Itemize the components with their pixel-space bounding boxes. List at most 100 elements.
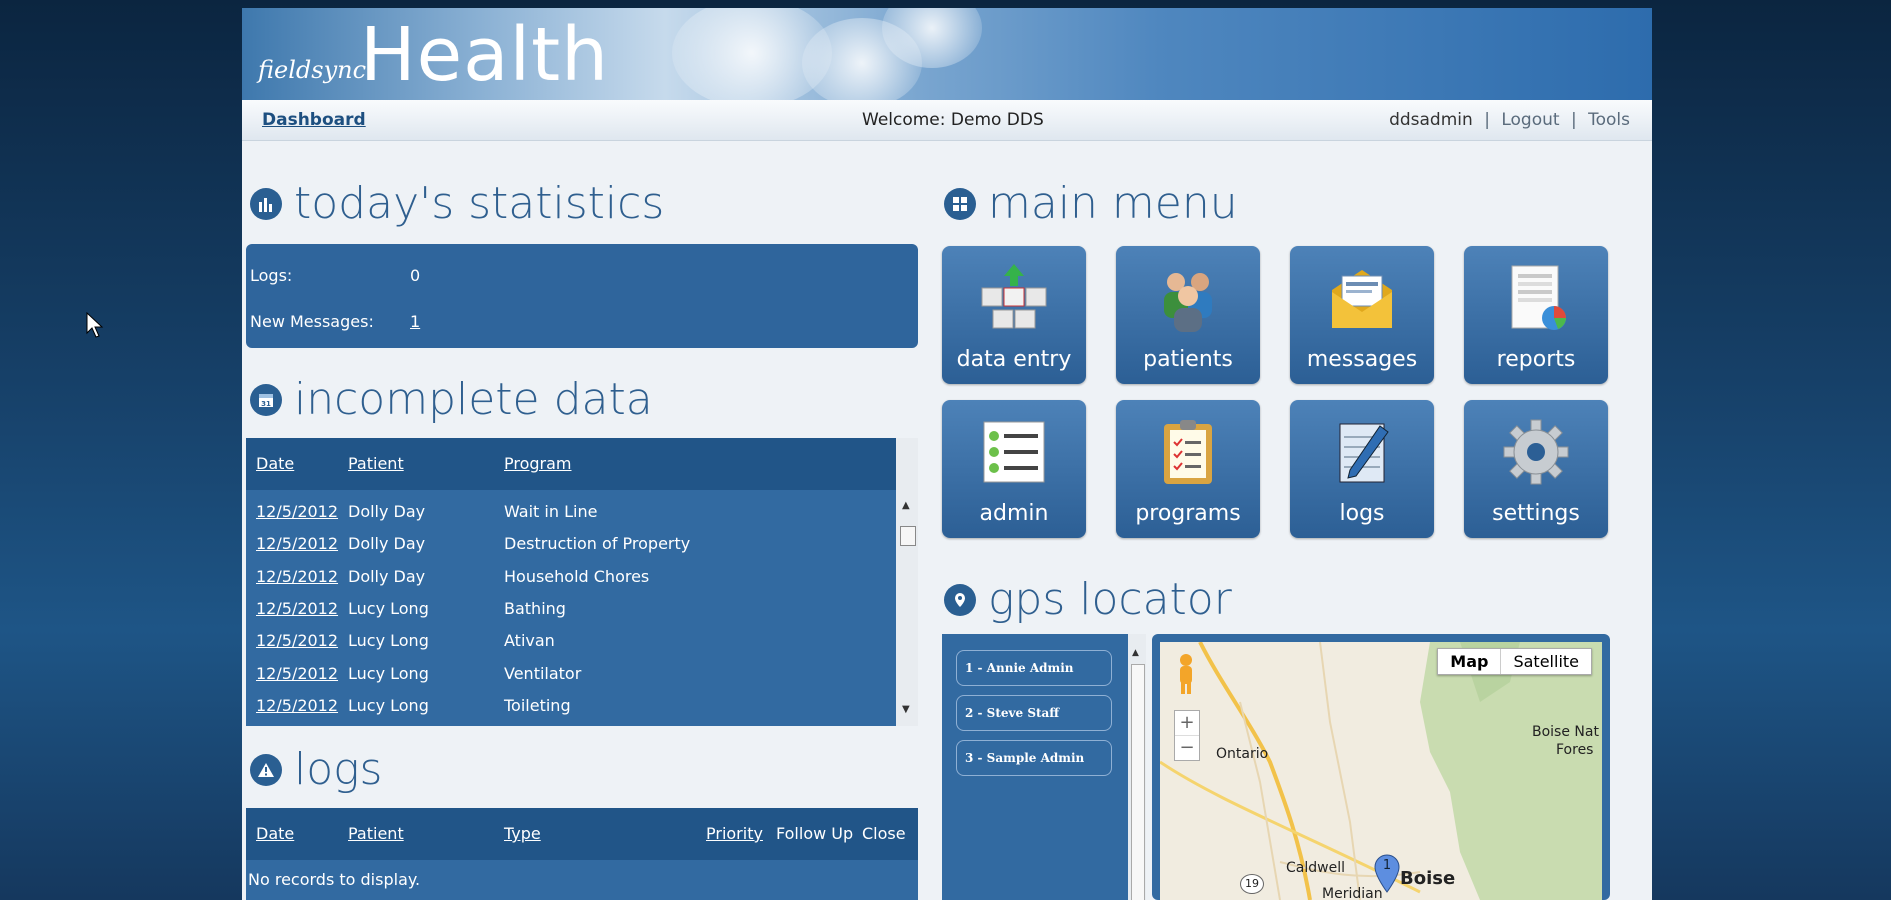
welcome-text: Welcome: Demo DDS <box>862 110 1044 130</box>
table-row: 12/5/2012 Dolly Day Household Chores <box>246 561 896 593</box>
svg-text:31: 31 <box>261 400 271 408</box>
map-view[interactable]: + − Map Satellite Ontario Boise Nat Fore… <box>1160 642 1602 900</box>
row-date-link[interactable]: 12/5/2012 <box>256 696 338 715</box>
col-program[interactable]: Program <box>504 454 572 473</box>
top-nav: Dashboard Welcome: Demo DDS ddsadmin | L… <box>242 100 1652 141</box>
logs-heading: logs <box>250 744 382 795</box>
app-window: fieldsync Health Dashboard Welcome: Demo… <box>242 8 1652 900</box>
messages-stat-link[interactable]: 1 <box>410 312 420 331</box>
tile-label: data entry <box>956 347 1072 372</box>
col-type[interactable]: Type <box>504 824 541 843</box>
logs-title: logs <box>294 744 383 795</box>
row-date-link[interactable]: 12/5/2012 <box>256 534 338 553</box>
logs-stat-label: Logs: <box>250 266 293 285</box>
col-date[interactable]: Date <box>256 824 294 843</box>
table-row: 12/5/2012 Dolly Day Wait in Line <box>246 496 896 528</box>
scroll-thumb[interactable] <box>1131 664 1145 900</box>
tile-label: logs <box>1339 501 1385 526</box>
admin-tile[interactable]: admin <box>942 400 1086 538</box>
statistics-title: today's statistics <box>294 178 665 229</box>
row-date-link[interactable]: 12/5/2012 <box>256 502 338 521</box>
scroll-up-icon[interactable]: ▲ <box>902 500 910 511</box>
row-program: Toileting <box>504 695 571 715</box>
row-patient: Lucy Long <box>348 663 429 683</box>
map-label-caldwell: Caldwell <box>1286 860 1345 876</box>
col-patient[interactable]: Patient <box>348 454 404 473</box>
scroll-down-icon[interactable]: ▼ <box>902 704 910 715</box>
map-label-ontario: Ontario <box>1216 746 1269 762</box>
data-entry-icon <box>981 264 1047 329</box>
user-nav: ddsadmin | Logout | Tools <box>1389 110 1630 130</box>
dashboard-link[interactable]: Dashboard <box>262 110 366 130</box>
nav-separator: | <box>1570 110 1577 130</box>
map-frame: + − Map Satellite Ontario Boise Nat Fore… <box>1152 634 1610 900</box>
row-program: Household Chores <box>504 566 650 586</box>
logs-stat-value: 0 <box>410 266 421 285</box>
bar-chart-icon <box>250 187 282 220</box>
messages-stat-label: New Messages: <box>250 312 374 331</box>
notepad-pen-icon <box>1339 423 1389 483</box>
statistics-panel: Logs: 0 New Messages: 1 <box>246 244 918 348</box>
tools-link[interactable]: Tools <box>1588 110 1630 130</box>
gear-icon <box>1503 419 1569 485</box>
row-patient: Lucy Long <box>348 598 429 618</box>
gps-user-item[interactable]: 2 - Steve Staff <box>956 695 1112 731</box>
header-banner: fieldsync Health <box>242 8 1652 108</box>
row-program: Ventilator <box>504 663 582 683</box>
messages-tile[interactable]: messages <box>1290 246 1434 384</box>
mouse-cursor-icon <box>86 312 104 338</box>
gps-marker[interactable]: 1 <box>1374 854 1400 894</box>
row-program: Ativan <box>504 631 555 651</box>
incomplete-heading: 31 incomplete data <box>250 374 653 425</box>
gps-user-item[interactable]: 3 - Sample Admin <box>956 740 1112 776</box>
patients-tile[interactable]: patients <box>1116 246 1260 384</box>
marker-number: 1 <box>1382 858 1392 873</box>
zoom-out-button[interactable]: − <box>1175 735 1199 760</box>
table-row: 12/5/2012 Lucy Long Ativan <box>246 625 896 657</box>
programs-tile[interactable]: programs <box>1116 400 1260 538</box>
envelope-icon <box>1332 270 1392 328</box>
col-priority[interactable]: Priority <box>706 824 763 843</box>
pegman-icon[interactable] <box>1174 652 1198 696</box>
map-type-control: Map Satellite <box>1437 648 1592 675</box>
col-close: Close <box>862 824 906 843</box>
row-patient: Lucy Long <box>348 631 429 651</box>
brand-title: Health <box>360 12 609 98</box>
col-patient[interactable]: Patient <box>348 824 404 843</box>
data-entry-tile[interactable]: data entry <box>942 246 1086 384</box>
grid-icon <box>944 187 976 220</box>
logs-tile[interactable]: logs <box>1290 400 1434 538</box>
tile-label: settings <box>1492 501 1580 526</box>
scroll-thumb[interactable] <box>900 526 916 546</box>
route-shield: 19 <box>1240 874 1264 894</box>
row-date-link[interactable]: 12/5/2012 <box>256 599 338 618</box>
empty-message: No records to display. <box>248 870 421 889</box>
logout-link[interactable]: Logout <box>1501 110 1559 130</box>
settings-tile[interactable]: settings <box>1464 400 1608 538</box>
row-date-link[interactable]: 12/5/2012 <box>256 631 338 650</box>
gps-heading: gps locator <box>944 574 1232 625</box>
row-patient: Dolly Day <box>348 502 426 521</box>
row-date-link[interactable]: 12/5/2012 <box>256 567 338 586</box>
gps-user-list: 1 - Annie Admin 2 - Steve Staff 3 - Samp… <box>942 634 1128 900</box>
row-patient: Lucy Long <box>348 695 429 715</box>
clipboard-icon <box>1164 420 1212 484</box>
username: ddsadmin <box>1389 110 1473 130</box>
location-pin-icon <box>944 583 976 616</box>
incomplete-scrollbar[interactable]: ▲ ▼ <box>896 438 918 726</box>
zoom-in-button[interactable]: + <box>1175 711 1199 735</box>
statistics-heading: today's statistics <box>250 178 664 229</box>
row-date-link[interactable]: 12/5/2012 <box>256 664 338 683</box>
row-program: Bathing <box>504 598 566 618</box>
row-patient: Dolly Day <box>348 566 426 586</box>
patients-icon <box>1164 273 1212 332</box>
col-date[interactable]: Date <box>256 454 294 473</box>
tile-label: programs <box>1135 501 1241 526</box>
map-type-map-button[interactable]: Map <box>1438 649 1502 674</box>
map-type-satellite-button[interactable]: Satellite <box>1501 649 1591 674</box>
gps-list-scrollbar[interactable]: ▲ <box>1128 634 1146 900</box>
map-label-forest: Fores <box>1556 742 1594 758</box>
reports-tile[interactable]: reports <box>1464 246 1608 384</box>
gps-user-item[interactable]: 1 - Annie Admin <box>956 650 1112 686</box>
scroll-up-icon[interactable]: ▲ <box>1132 648 1139 658</box>
